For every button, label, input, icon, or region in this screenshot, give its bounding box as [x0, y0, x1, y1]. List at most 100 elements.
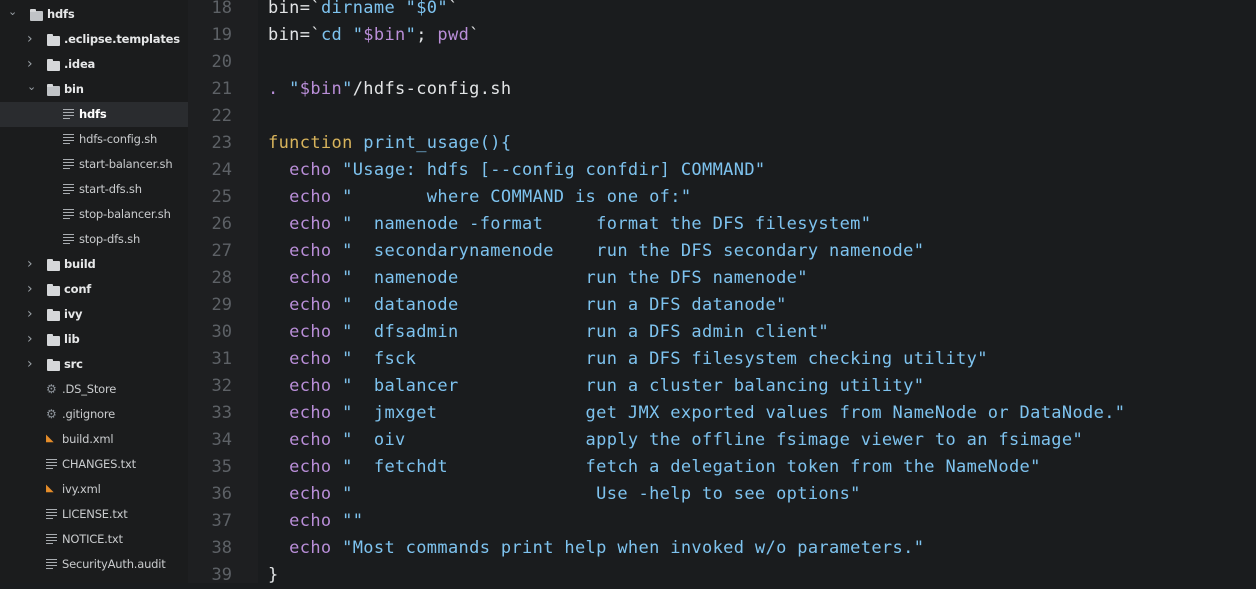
sidebar-item-start-dfs-sh[interactable]: start-dfs.sh: [0, 177, 188, 202]
code-line[interactable]: echo "Most commands print help when invo…: [268, 535, 924, 562]
code-token: $bin: [299, 79, 343, 99]
text-file-icon: [46, 509, 57, 519]
text-file-icon: [46, 534, 57, 544]
code-token: function: [268, 133, 364, 153]
sidebar-item-build[interactable]: › build: [0, 252, 188, 277]
sidebar-item-label: conf: [64, 282, 92, 296]
sidebar-item-securityauth-audit[interactable]: SecurityAuth.audit: [0, 552, 188, 577]
sidebar-item-ds-store[interactable]: ⚙ .DS_Store: [0, 377, 188, 402]
chevron-down-icon[interactable]: ⌄: [27, 74, 36, 99]
sidebar-item-label: hdfs: [47, 7, 75, 21]
sidebar-item-hdfs-config-sh[interactable]: hdfs-config.sh: [0, 127, 188, 152]
code-line[interactable]: echo " namenode run the DFS namenode": [268, 265, 808, 292]
sidebar-item-label: CHANGES.txt: [62, 457, 136, 471]
sidebar-item-label: .DS_Store: [62, 382, 117, 396]
text-file-icon: [46, 459, 57, 469]
line-number-gutter: 18 19 20 21 22 23 24 25 26 27 28 29 30 31 32 33 34 35 36 37…: [188, 0, 258, 585]
chevron-right-icon[interactable]: ›: [27, 277, 33, 302]
code-line[interactable]: echo " secondarynamenode run the DFS sec…: [268, 238, 924, 265]
sidebar-item-label: start-balancer.sh: [79, 157, 173, 171]
code-editor[interactable]: bin=`dirname "$0"` bin=`cd "$bin"; pwd` . …: [258, 0, 1256, 583]
sidebar-item-label: hdfs: [79, 107, 107, 121]
code-token: "Usage: hdfs [--config confdir] COMMAND": [342, 160, 766, 180]
sidebar-item-gitignore[interactable]: ⚙ .gitignore: [0, 402, 188, 427]
code-line[interactable]: . "$bin"/hdfs-config.sh: [268, 76, 511, 103]
sidebar-item-license-txt[interactable]: LICENSE.txt: [0, 502, 188, 527]
code-token: ": [405, 25, 417, 45]
text-file-icon: [46, 559, 57, 569]
sidebar-item-hdfs[interactable]: hdfs: [0, 102, 188, 127]
sidebar-item-label: NOTICE.txt: [62, 532, 123, 546]
sidebar-item-build-xml[interactable]: ◣ build.xml: [0, 427, 188, 452]
code-token: $bin: [363, 25, 406, 45]
code-token: echo: [289, 187, 343, 207]
code-line[interactable]: echo " namenode -format format the DFS f…: [268, 211, 871, 238]
chevron-right-icon[interactable]: ›: [27, 27, 33, 52]
code-token: " secondarynamenode run the DFS secondar…: [342, 241, 925, 261]
code-token: " oiv apply the offline fsimage viewer t…: [342, 430, 1084, 450]
sidebar-item-src[interactable]: › src: [0, 352, 188, 377]
code-line[interactable]: echo "": [268, 508, 363, 535]
code-line[interactable]: }: [268, 562, 279, 583]
code-line[interactable]: echo " dfsadmin run a DFS admin client": [268, 319, 829, 346]
file-tree-sidebar: ⌄ hdfs › .eclipse.templates › .idea ⌄ bin hdfs hd…: [0, 0, 188, 583]
code-token: " balancer run a cluster balancing utili…: [342, 376, 925, 396]
code-token: bin=`: [268, 25, 321, 45]
code-line[interactable]: bin=`dirname "$0"`: [268, 0, 459, 22]
sidebar-item-hdfs[interactable]: ⌄ hdfs: [0, 2, 188, 27]
chevron-right-icon[interactable]: ›: [27, 252, 33, 277]
code-token: bin=`: [268, 0, 321, 18]
folder-open-icon: [47, 84, 60, 96]
code-line[interactable]: echo " where COMMAND is one of:": [268, 184, 691, 211]
code-line[interactable]: echo "Usage: hdfs [--config confdir] COM…: [268, 157, 766, 184]
sidebar-item-ivy[interactable]: › ivy: [0, 302, 188, 327]
sidebar-item-ivy-xml[interactable]: ◣ ivy.xml: [0, 477, 188, 502]
code-token: }: [268, 565, 279, 583]
code-token: echo: [289, 322, 343, 342]
sidebar-item-stop-dfs-sh[interactable]: stop-dfs.sh: [0, 227, 188, 252]
code-line[interactable]: echo " fsck run a DFS filesystem checkin…: [268, 346, 988, 373]
code-line[interactable]: echo " jmxget get JMX exported values fr…: [268, 400, 1125, 427]
sidebar-item-label: stop-balancer.sh: [79, 207, 171, 221]
code-line[interactable]: echo " balancer run a cluster balancing …: [268, 373, 924, 400]
chevron-down-icon[interactable]: ⌄: [8, 0, 17, 24]
sidebar-item-changes-txt[interactable]: CHANGES.txt: [0, 452, 188, 477]
line-number: 28: [211, 268, 232, 288]
sidebar-item-stop-balancer-sh[interactable]: stop-balancer.sh: [0, 202, 188, 227]
chevron-right-icon[interactable]: ›: [27, 302, 33, 327]
code-token: echo: [289, 511, 343, 531]
code-line[interactable]: bin=`cd "$bin"; pwd`: [268, 22, 480, 49]
sidebar-item-eclipse-templates[interactable]: › .eclipse.templates: [0, 27, 188, 52]
line-number: 29: [211, 295, 232, 315]
code-line[interactable]: echo " datanode run a DFS datanode": [268, 292, 787, 319]
code-token: " namenode -format format the DFS filesy…: [342, 214, 872, 234]
folder-icon: [47, 334, 60, 346]
code-token: `: [447, 0, 459, 18]
sidebar-item-label: start-dfs.sh: [79, 182, 142, 196]
code-token: echo: [289, 538, 343, 558]
code-line[interactable]: function print_usage(){: [268, 130, 511, 157]
line-number: 37: [211, 511, 232, 531]
sidebar-item-conf[interactable]: › conf: [0, 277, 188, 302]
line-number: 23: [211, 133, 232, 153]
sidebar-item-lib[interactable]: › lib: [0, 327, 188, 352]
code-token: echo: [289, 349, 343, 369]
code-token: ": [352, 25, 364, 45]
text-file-icon: [63, 159, 74, 169]
line-number: 26: [211, 214, 232, 234]
sidebar-item-notice-txt[interactable]: NOTICE.txt: [0, 527, 188, 552]
chevron-right-icon[interactable]: ›: [27, 352, 33, 377]
line-number: 33: [211, 403, 232, 423]
sidebar-item-start-balancer-sh[interactable]: start-balancer.sh: [0, 152, 188, 177]
code-line[interactable]: echo " oiv apply the offline fsimage vie…: [268, 427, 1083, 454]
line-number: 38: [211, 538, 232, 558]
code-line[interactable]: echo " fetchdt fetch a delegation token …: [268, 454, 1041, 481]
line-number: 39: [211, 565, 232, 585]
chevron-right-icon[interactable]: ›: [27, 327, 33, 352]
code-line[interactable]: echo " Use -help to see options": [268, 481, 861, 508]
code-token: echo: [289, 214, 343, 234]
sidebar-item-bin[interactable]: ⌄ bin: [0, 77, 188, 102]
